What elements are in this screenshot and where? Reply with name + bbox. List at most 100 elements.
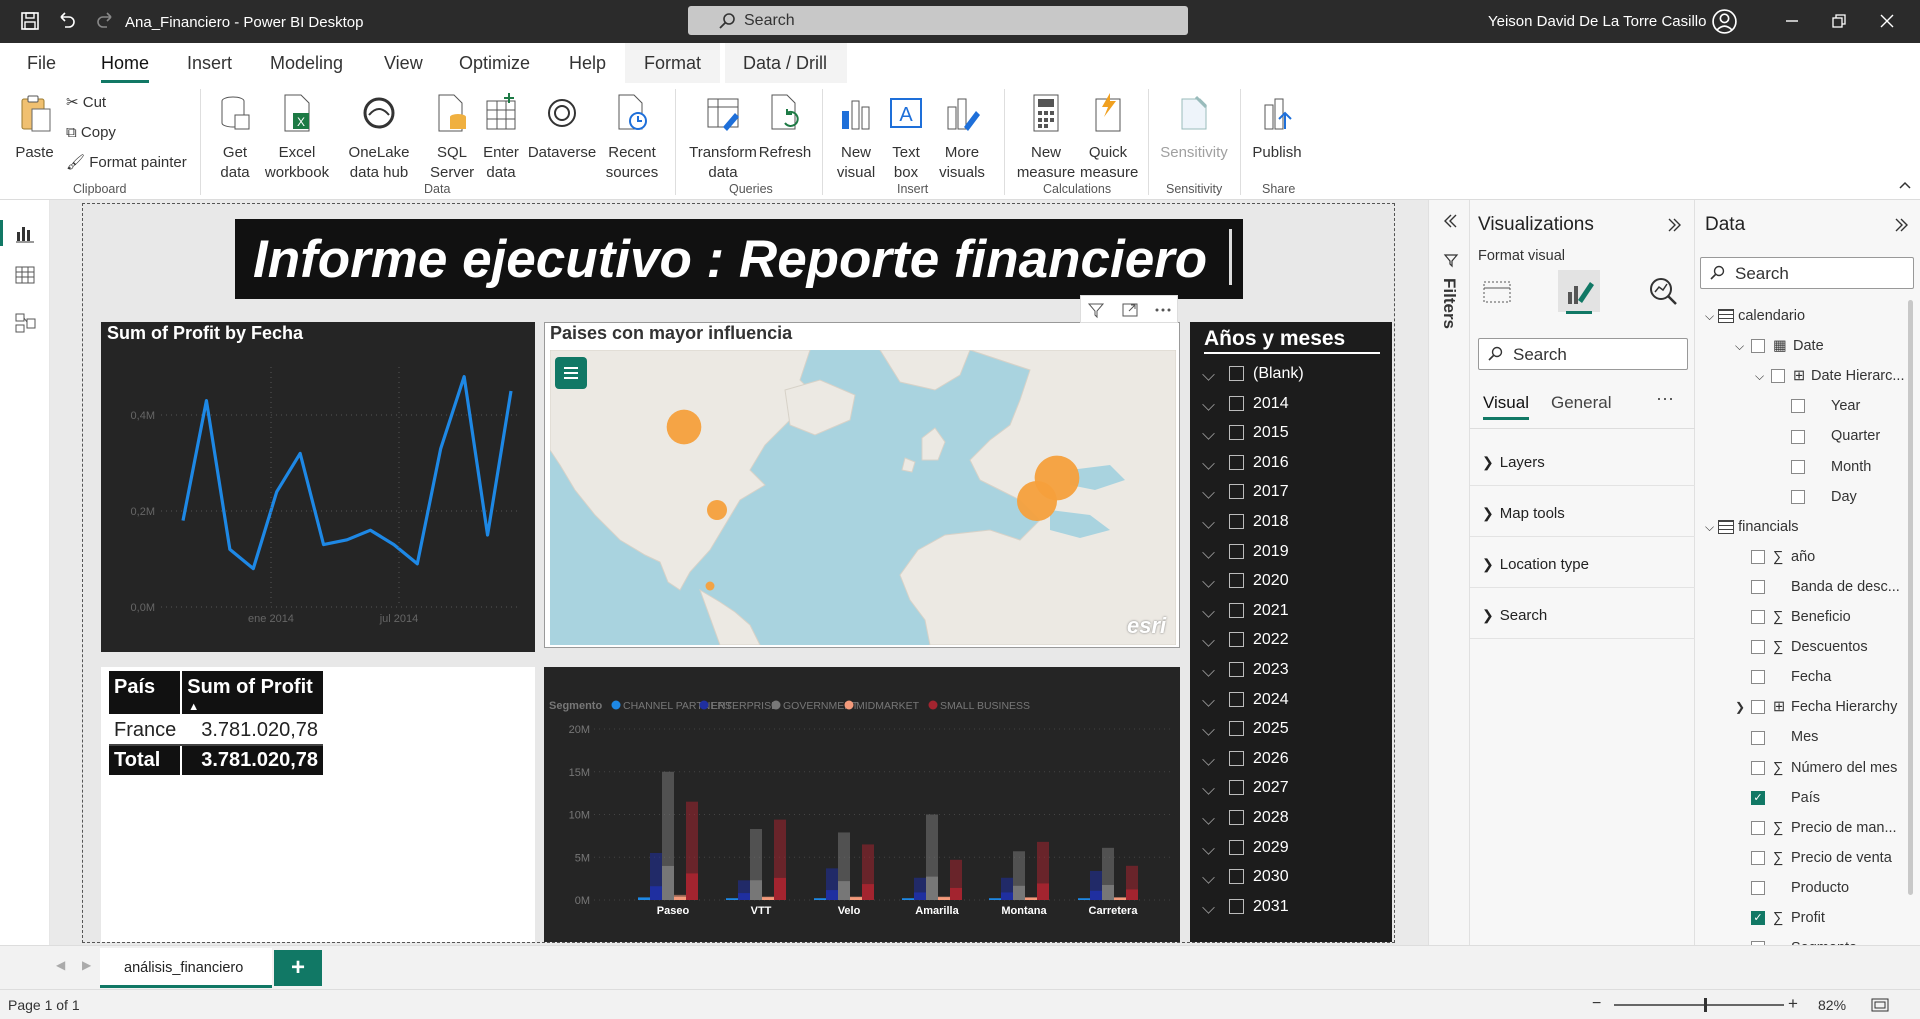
- data-scrollbar[interactable]: [1908, 300, 1913, 895]
- slicer-checkbox[interactable]: [1229, 454, 1244, 470]
- data-table-node[interactable]: ⌵ calendario: [1705, 308, 1805, 324]
- field-checkbox[interactable]: [1751, 580, 1765, 595]
- onelake-button[interactable]: OneLake data hub: [333, 93, 425, 183]
- line-chart-visual[interactable]: Sum of Profit by Fecha 0,0M 0,2M 0,4M ene 2…: [101, 322, 535, 652]
- data-field[interactable]: ∑ Número del mes: [1735, 760, 1897, 776]
- data-field[interactable]: Day: [1775, 489, 1857, 505]
- legend-label[interactable]: ENTERPRISE: [711, 700, 778, 712]
- zoom-in-button[interactable]: +: [1788, 994, 1798, 1014]
- map-bubble[interactable]: [666, 409, 702, 445]
- slicer-checkbox[interactable]: [1229, 869, 1244, 885]
- menu-format[interactable]: Format: [644, 53, 701, 74]
- map-bubble[interactable]: [1034, 455, 1080, 501]
- format-more-options-icon[interactable]: ···: [1656, 388, 1674, 409]
- field-checkbox[interactable]: [1791, 429, 1805, 444]
- menu-view[interactable]: View: [384, 53, 423, 74]
- field-checkbox[interactable]: [1751, 670, 1765, 685]
- legend-label[interactable]: SMALL BUSINESS: [940, 700, 1030, 712]
- menu-optimize[interactable]: Optimize: [459, 53, 530, 74]
- format-section[interactable]: ❯ Location type: [1482, 556, 1682, 573]
- dataverse-button[interactable]: Dataverse: [527, 93, 597, 163]
- menu-file[interactable]: File: [27, 53, 56, 74]
- sql-server-button[interactable]: SQL Server: [430, 93, 474, 183]
- slicer-checkbox[interactable]: [1229, 810, 1244, 825]
- slicer-checkbox[interactable]: [1229, 721, 1244, 737]
- slicer-checkbox[interactable]: [1229, 662, 1244, 677]
- expand-chevron-icon[interactable]: ⌵: [1755, 369, 1771, 384]
- data-field[interactable]: ✓ País: [1735, 790, 1820, 806]
- tab-general[interactable]: General: [1551, 393, 1611, 413]
- bar-chart-visual[interactable]: Segmento CHANNEL PARTNERS ENTERPRISE GOVERN…: [544, 667, 1180, 942]
- slicer-checkbox[interactable]: [1229, 602, 1244, 618]
- table-view-icon[interactable]: [14, 264, 36, 286]
- data-field[interactable]: ∑ Beneficio: [1735, 609, 1851, 625]
- map-bubble[interactable]: [707, 500, 727, 520]
- legend-label[interactable]: MIDMARKET: [856, 700, 920, 712]
- slicer-checkbox[interactable]: [1229, 839, 1244, 855]
- menu-insert[interactable]: Insert: [187, 53, 232, 74]
- menu-home[interactable]: Home: [101, 53, 149, 74]
- tab-visual[interactable]: Visual: [1483, 393, 1529, 413]
- new-visual-button[interactable]: New visual: [834, 93, 878, 183]
- focus-mode-icon[interactable]: [1121, 301, 1139, 319]
- collapse-data-icon[interactable]: [1893, 216, 1911, 234]
- excel-workbook-button[interactable]: X Excel workbook: [262, 93, 332, 183]
- get-data-button[interactable]: Get data: [212, 93, 258, 183]
- format-visual-tab[interactable]: [1558, 270, 1600, 314]
- account-icon[interactable]: [1711, 8, 1738, 35]
- field-checkbox[interactable]: [1751, 881, 1765, 896]
- add-page-button[interactable]: +: [274, 950, 322, 986]
- format-section[interactable]: ❯ Map tools: [1482, 505, 1682, 522]
- slicer-checkbox[interactable]: [1229, 366, 1244, 381]
- refresh-button[interactable]: Refresh: [757, 93, 813, 163]
- data-field[interactable]: ∑ Descuentos: [1735, 639, 1868, 655]
- more-options-icon[interactable]: [1154, 301, 1172, 319]
- data-field[interactable]: ∑ Precio de venta: [1735, 850, 1892, 866]
- collapse-visualizations-icon[interactable]: [1666, 216, 1684, 234]
- zoom-slider-thumb[interactable]: [1704, 998, 1707, 1012]
- zoom-out-button[interactable]: −: [1592, 995, 1601, 1013]
- slicer-visual[interactable]: Años y meses: [1190, 322, 1392, 942]
- table-header-pais[interactable]: País: [109, 671, 183, 714]
- field-checkbox[interactable]: [1751, 549, 1765, 564]
- data-field[interactable]: Producto: [1735, 880, 1849, 896]
- user-name[interactable]: Yeison David De La Torre Casillo: [1488, 13, 1706, 30]
- field-checkbox[interactable]: [1751, 820, 1765, 835]
- restore-icon[interactable]: [1827, 9, 1851, 33]
- map-visual[interactable]: Paises con mayor influencia esri: [544, 322, 1180, 648]
- format-painter-button[interactable]: 🖌 Format painter: [66, 153, 187, 173]
- collapse-ribbon-icon[interactable]: [1898, 179, 1912, 193]
- expand-chevron-icon[interactable]: ❯: [1735, 700, 1751, 714]
- format-section[interactable]: ❯ Search: [1482, 607, 1682, 624]
- search-bar[interactable]: Search: [688, 6, 1188, 35]
- slicer-checkbox[interactable]: [1229, 691, 1244, 707]
- filter-icon[interactable]: [1087, 301, 1105, 319]
- expand-filters-icon[interactable]: [1441, 212, 1459, 230]
- map-layers-menu-button[interactable]: [555, 357, 587, 389]
- data-field[interactable]: ✓ ∑ Profit: [1735, 910, 1825, 926]
- field-checkbox[interactable]: [1751, 610, 1765, 625]
- field-checkbox[interactable]: [1771, 369, 1785, 384]
- save-icon[interactable]: [18, 9, 42, 33]
- slicer-checkbox[interactable]: [1229, 484, 1244, 500]
- build-visual-icon[interactable]: [1480, 274, 1514, 308]
- page-tab-analisis[interactable]: análisis_financiero: [100, 948, 272, 988]
- format-search-input[interactable]: Search: [1478, 338, 1688, 370]
- slicer-checkbox[interactable]: [1229, 750, 1244, 766]
- field-checkbox[interactable]: [1751, 339, 1765, 354]
- recent-sources-button[interactable]: Recent sources: [600, 93, 664, 183]
- undo-icon[interactable]: [55, 9, 79, 33]
- menu-modeling[interactable]: Modeling: [270, 53, 343, 74]
- close-icon[interactable]: [1875, 9, 1899, 33]
- menu-data-drill[interactable]: Data / Drill: [743, 53, 827, 74]
- field-checkbox[interactable]: [1751, 700, 1765, 715]
- cut-button[interactable]: ✂ Cut: [66, 93, 106, 113]
- chevron-down-icon[interactable]: ⌵: [1705, 520, 1714, 534]
- data-field[interactable]: Quarter: [1775, 428, 1880, 444]
- fit-to-page-icon[interactable]: [1870, 996, 1890, 1014]
- menu-help[interactable]: Help: [569, 53, 606, 74]
- copy-button[interactable]: ⧉ Copy: [66, 123, 116, 143]
- format-section[interactable]: ❯ Layers: [1482, 454, 1682, 471]
- field-checkbox[interactable]: ✓: [1751, 911, 1765, 926]
- data-field[interactable]: ❯ ⊞ Fecha Hierarchy: [1735, 699, 1897, 715]
